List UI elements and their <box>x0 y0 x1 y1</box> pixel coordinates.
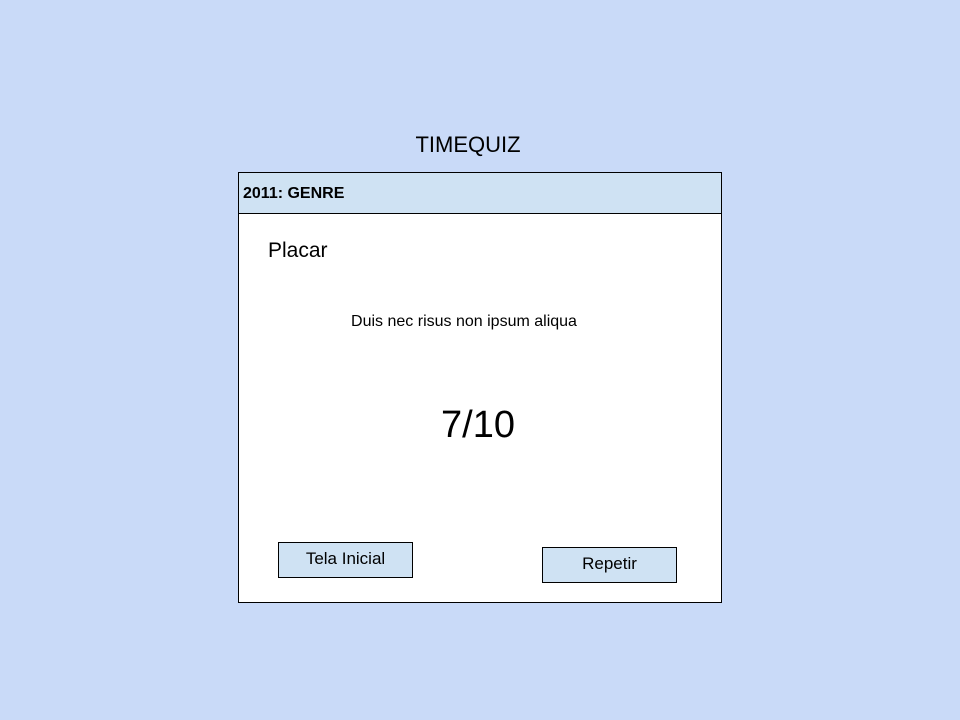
repeat-button-label: Repetir <box>582 554 637 573</box>
home-screen-button-label: Tela Inicial <box>305 549 386 568</box>
score-message: Duis nec risus non ipsum aliqua <box>351 313 577 330</box>
quiz-category-header: 2011: GENRE <box>239 173 721 214</box>
repeat-button[interactable]: Repetir <box>542 547 677 583</box>
score-heading: Placar <box>268 239 328 262</box>
quiz-result-panel: 2011: GENRE Placar Duis nec risus non ip… <box>238 172 722 603</box>
app-title: TIMEQUIZ <box>415 132 521 157</box>
home-screen-button[interactable]: Tela Inicial <box>278 542 413 578</box>
score-value: 7/10 <box>441 404 515 446</box>
